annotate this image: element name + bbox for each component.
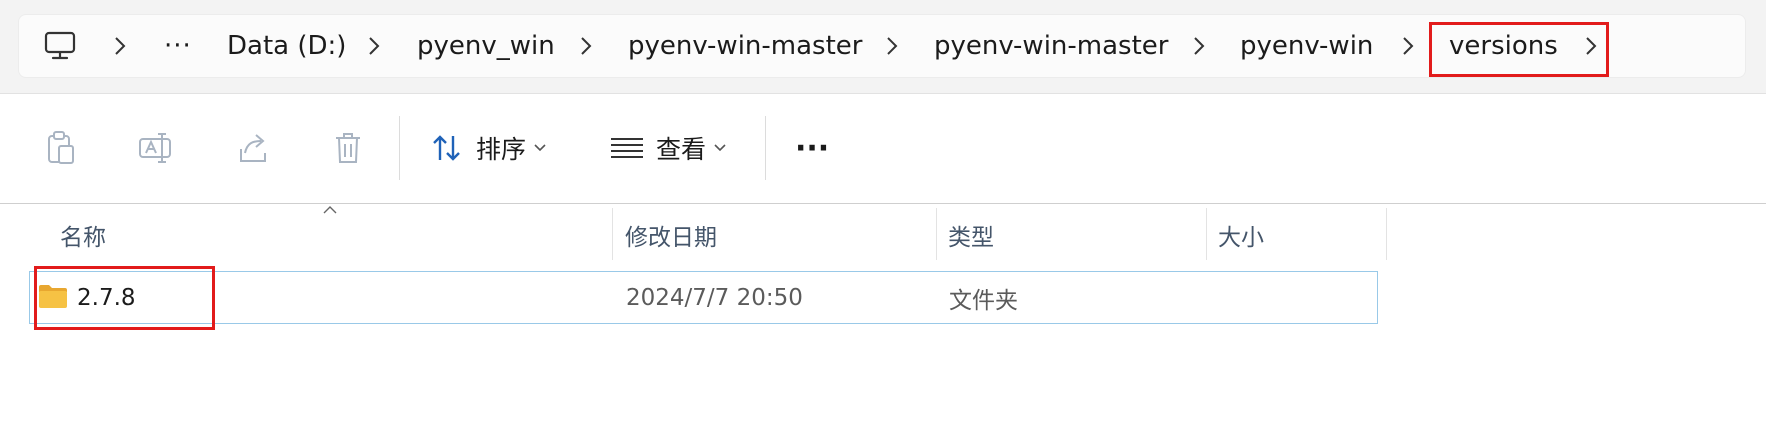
column-divider[interactable]: [1386, 208, 1387, 260]
column-divider[interactable]: [612, 208, 613, 260]
file-explorer-window: ··· Data (D:) pyenv_win pyenv-win-master…: [0, 0, 1766, 432]
sort-icon: [433, 135, 460, 161]
column-header-name[interactable]: 名称: [60, 210, 106, 260]
column-header-size[interactable]: 大小: [1218, 210, 1264, 260]
command-bar: 排序 查看 ···: [0, 94, 1766, 204]
chevron-right-icon[interactable]: [1193, 14, 1205, 78]
breadcrumb-overflow-button[interactable]: ···: [164, 14, 192, 78]
breadcrumb-item-pyenv-win-root[interactable]: pyenv_win: [417, 14, 555, 78]
view-button[interactable]: 查看: [610, 118, 726, 178]
column-divider[interactable]: [936, 208, 937, 260]
sort-label: 排序: [476, 135, 527, 164]
breadcrumb-item-pyenv-win-master-2[interactable]: pyenv-win-master: [934, 14, 1168, 78]
chevron-down-icon: [714, 144, 726, 152]
file-modified: 2024/7/7 20:50: [626, 284, 803, 311]
chevron-right-icon[interactable]: [886, 14, 898, 78]
highlight-box-folder: [34, 266, 215, 330]
chevron-right-icon[interactable]: [580, 14, 592, 78]
toolbar-divider: [399, 116, 400, 180]
chevron-down-icon: [534, 144, 546, 152]
more-options-button[interactable]: ···: [795, 118, 829, 178]
chevron-right-icon[interactable]: [368, 14, 380, 78]
list-view-icon: [611, 138, 643, 158]
rename-icon: [139, 133, 171, 163]
toolbar-divider: [765, 116, 766, 180]
chevron-right-icon[interactable]: [1402, 14, 1414, 78]
breadcrumb-item-data-drive[interactable]: Data (D:): [227, 14, 346, 78]
address-strip: ··· Data (D:) pyenv_win pyenv-win-master…: [0, 0, 1766, 94]
breadcrumb-item-pyenv-win[interactable]: pyenv-win: [1240, 14, 1373, 78]
breadcrumb-item-pyenv-win-master-1[interactable]: pyenv-win-master: [628, 14, 862, 78]
table-row[interactable]: 2.7.8 2024/7/7 20:50 文件夹: [29, 271, 1378, 324]
column-header-modified[interactable]: 修改日期: [625, 210, 717, 260]
this-pc-icon[interactable]: [44, 14, 76, 78]
share-icon: [240, 134, 266, 162]
column-header-type[interactable]: 类型: [948, 210, 994, 260]
trash-icon: [336, 133, 360, 163]
highlight-box-versions: [1429, 22, 1609, 77]
chevron-right-icon[interactable]: [114, 14, 126, 78]
column-divider[interactable]: [1206, 208, 1207, 260]
paste-button[interactable]: [38, 118, 82, 178]
delete-button[interactable]: [326, 118, 370, 178]
rename-button[interactable]: [134, 118, 178, 178]
view-label: 查看: [656, 135, 707, 164]
sort-button[interactable]: 排序: [430, 118, 546, 178]
clipboard-icon: [48, 131, 74, 164]
file-type: 文件夹: [949, 287, 1018, 314]
sort-ascending-icon: [323, 206, 337, 214]
share-button[interactable]: [232, 118, 276, 178]
